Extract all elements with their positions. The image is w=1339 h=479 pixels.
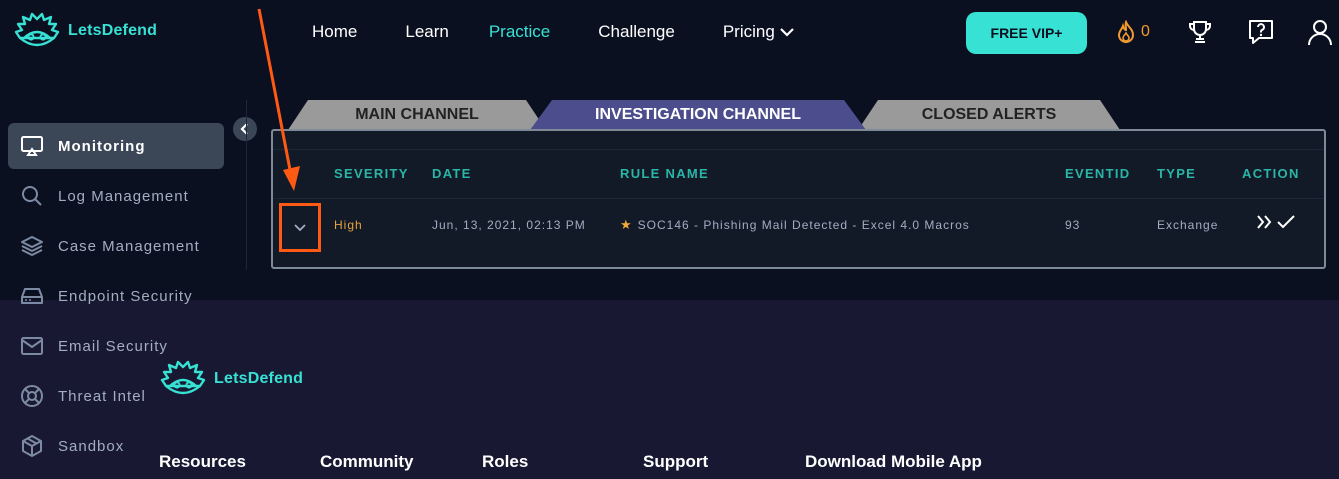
action-cell <box>1256 213 1296 231</box>
sidebar-item-label: Sandbox <box>58 437 125 455</box>
tab-label: MAIN CHANNEL <box>355 106 479 123</box>
sidebar-item-label: Threat Intel <box>58 387 146 405</box>
column-header-eventid[interactable]: EVENTID <box>1065 166 1130 181</box>
double-chevron-right-icon[interactable] <box>1256 213 1272 231</box>
hedgehog-logo-icon <box>160 360 206 395</box>
main-nav: Home Learn Practice Challenge Pricing <box>312 22 835 42</box>
type-value: Exchange <box>1157 218 1219 232</box>
sidebar-item-log-management[interactable]: Log Management <box>8 173 224 219</box>
footer-col-support: Support <box>643 452 709 471</box>
drive-icon <box>21 288 43 304</box>
date-value: Jun, 13, 2021, 02:13 PM <box>432 218 586 232</box>
nav-pricing[interactable]: Pricing <box>723 22 795 42</box>
rule-name-cell[interactable]: ★ SOC146 - Phishing Mail Detected - Excel… <box>620 217 970 233</box>
nav-home[interactable]: Home <box>312 22 357 42</box>
severity-value: High <box>334 218 363 232</box>
tab-label: CLOSED ALERTS <box>921 106 1057 123</box>
sidebar-item-label: Endpoint Security <box>58 287 193 305</box>
nav-pricing-label: Pricing <box>722 22 775 41</box>
tab-main-channel[interactable]: MAIN CHANNEL <box>288 100 546 130</box>
help-icon[interactable] <box>1247 18 1275 46</box>
lifebuoy-icon <box>21 385 43 407</box>
streak-count: 0 <box>1141 23 1150 40</box>
rule-name-value: SOC146 - Phishing Mail Detected - Excel … <box>637 218 970 232</box>
flame-icon <box>1117 20 1135 43</box>
sidebar-item-monitoring[interactable]: Monitoring <box>8 123 224 169</box>
collapse-sidebar-button[interactable] <box>233 117 257 141</box>
sidebar-item-case-management[interactable]: Case Management <box>8 223 224 269</box>
tab-label: INVESTIGATION CHANNEL <box>595 106 801 123</box>
brand-name: LetsDefend <box>68 22 158 39</box>
trophy-icon[interactable] <box>1186 18 1214 46</box>
sidebar-item-endpoint-security[interactable]: Endpoint Security <box>8 273 224 319</box>
box-icon <box>22 435 42 457</box>
column-header-severity[interactable]: SEVERITY <box>334 166 409 181</box>
tab-investigation-channel[interactable]: INVESTIGATION CHANNEL <box>530 100 866 130</box>
alerts-table <box>271 129 1326 269</box>
sidebar-divider <box>246 100 247 270</box>
monitor-icon <box>21 136 43 156</box>
chevron-down-icon <box>294 223 306 231</box>
search-icon <box>22 186 42 206</box>
checkmark-icon[interactable] <box>1276 213 1296 231</box>
streak-counter[interactable]: 0 <box>1115 20 1150 44</box>
column-header-type[interactable]: TYPE <box>1157 166 1196 181</box>
chevron-down-icon <box>780 28 794 37</box>
nav-learn[interactable]: Learn <box>405 22 448 42</box>
footer-col-community: Community <box>320 452 414 471</box>
nav-practice[interactable]: Practice <box>489 22 550 42</box>
expand-row-button[interactable] <box>279 203 321 252</box>
sidebar-item-label: Email Security <box>58 337 168 355</box>
footer-brand-logo[interactable]: LetsDefend <box>160 360 303 398</box>
footer-col-download-app: Download Mobile App <box>805 452 982 471</box>
tab-closed-alerts[interactable]: CLOSED ALERTS <box>858 100 1120 130</box>
sidebar-item-label: Log Management <box>58 187 189 205</box>
column-header-date[interactable]: DATE <box>432 166 472 181</box>
brand-name: LetsDefend <box>214 370 304 387</box>
footer-col-roles: Roles <box>482 452 529 471</box>
chevron-left-icon <box>240 123 248 135</box>
column-header-rule-name[interactable]: RULE NAME <box>620 166 709 181</box>
footer-col-resources: Resources <box>159 452 246 471</box>
layers-icon <box>21 236 43 256</box>
mail-icon <box>21 337 43 355</box>
hedgehog-logo-icon <box>14 12 60 47</box>
sidebar-item-label: Monitoring <box>58 137 146 155</box>
star-icon: ★ <box>620 217 633 232</box>
user-icon[interactable] <box>1306 18 1334 46</box>
sidebar-item-label: Case Management <box>58 237 200 255</box>
nav-challenge[interactable]: Challenge <box>598 22 675 42</box>
free-vip-button[interactable]: FREE VIP+ <box>966 12 1087 54</box>
eventid-value: 93 <box>1065 218 1081 232</box>
column-header-action: ACTION <box>1242 166 1300 181</box>
brand-logo[interactable]: LetsDefend <box>14 12 157 50</box>
